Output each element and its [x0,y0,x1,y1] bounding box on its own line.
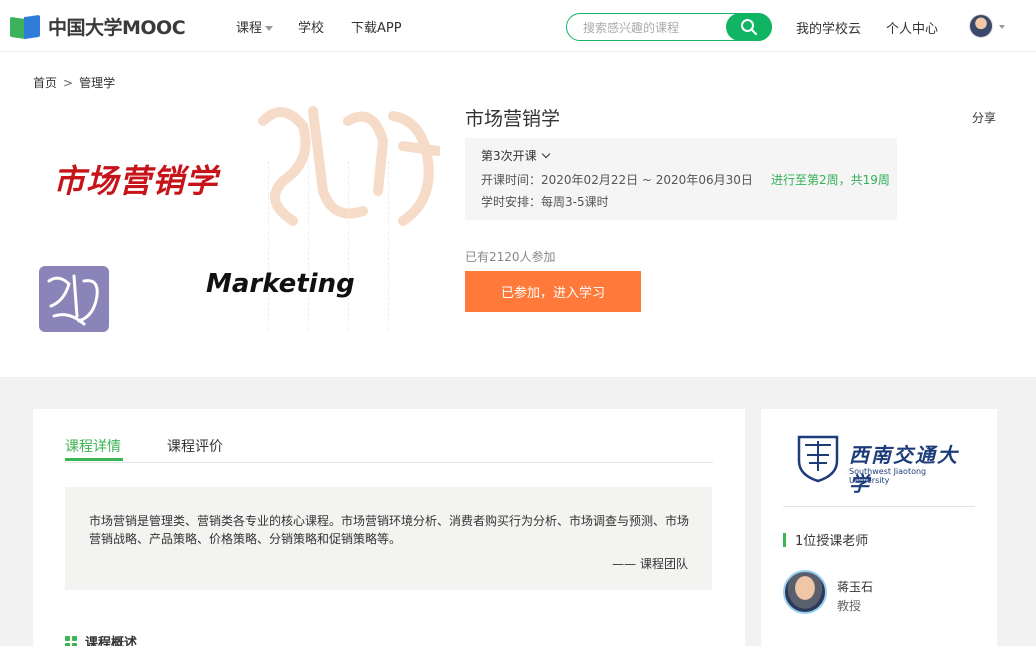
seal-stamp-icon [39,266,109,332]
teachers-title: 1位授课老师 [795,534,869,549]
description-text: 市场营销是管理类、营销类各专业的核心课程。市场营销环境分析、消费者购买行为分析、… [89,514,690,546]
school-logo[interactable]: 西南交通大学 Southwest Jiaotong University [795,429,965,496]
nav-download-app[interactable]: 下载APP [351,17,402,36]
description-author: —— 课程团队 [612,557,688,571]
teacher-role: 教授 [837,599,862,613]
term-progress: 进行至第2周，共19周 [771,173,890,187]
teacher-avatar[interactable] [783,570,827,614]
search-box [566,13,772,41]
personal-center-link[interactable]: 个人中心 [886,18,938,37]
breadcrumb-home[interactable]: 首页 [33,76,57,90]
my-school-cloud-link[interactable]: 我的学校云 [796,18,861,37]
caret-down-icon [265,26,274,31]
site-logo[interactable]: 中国大学MOOC [10,13,186,40]
search-input[interactable] [583,19,723,36]
calligraphy-decoration [258,106,440,226]
book-logo-icon [10,14,42,40]
search-icon [741,19,758,36]
term-time: 开课时间：2020年02月22日 ~ 2020年06月30日 [481,171,753,188]
overview-title: 课程概述 [85,636,138,646]
description-box: 市场营销是管理类、营销类各专业的核心课程。市场营销环境分析、消费者购买行为分析、… [65,487,712,590]
nav-courses[interactable]: 课程 [236,17,274,36]
grid-icon [65,635,77,646]
time-value: 2020年02月22日 ~ 2020年06月30日 [541,173,753,187]
side-divider [783,506,975,507]
school-name-en: Southwest Jiaotong University [849,467,927,485]
term-label: 第3次开课 [481,149,537,163]
school-teacher-card: 西南交通大学 Southwest Jiaotong University 1位授… [761,409,997,646]
heading-bar [783,532,786,547]
decoration-line [348,161,349,331]
teacher-name[interactable]: 蒋玉石 [837,578,873,595]
enter-study-button[interactable]: 已参加，进入学习 [465,271,641,312]
course-detail-card: 课程详情 课程评价 市场营销是管理类、营销类各专业的核心课程。市场营销环境分析、… [33,409,745,646]
search-button[interactable] [726,13,772,41]
term-selector[interactable]: 第3次开课 [481,147,550,164]
active-tab-indicator [65,458,123,461]
tab-course-reviews[interactable]: 课程评价 [167,436,223,456]
cover-title-en: Marketing [206,269,355,299]
course-cover-image: 市场营销学 Marketing [33,101,440,332]
nav-courses-label: 课程 [236,21,263,36]
nav-schools[interactable]: 学校 [298,17,324,36]
tab-divider [65,462,713,463]
hours-value: 每周3-5课时 [541,195,609,209]
cover-title-cn: 市场营销学 [53,162,219,200]
logo-text: 中国大学MOOC [48,17,186,39]
caret-down-icon[interactable] [999,25,1005,29]
decoration-line [308,161,309,331]
share-button[interactable]: 分享 [972,109,996,126]
teachers-heading: 1位授课老师 [783,530,868,549]
breadcrumb-category[interactable]: 管理学 [79,76,115,90]
tab-course-details[interactable]: 课程详情 [65,436,121,456]
school-emblem-icon [797,435,839,483]
breadcrumb-separator: > [63,76,74,90]
breadcrumb: 首页 > 管理学 [33,74,115,91]
decoration-line [388,161,389,331]
user-avatar[interactable] [969,14,993,38]
term-info-box: 第3次开课 开课时间：2020年02月22日 ~ 2020年06月30日 进行至… [465,138,897,220]
enrolled-count: 已有2120人参加 [465,250,556,264]
overview-heading: 课程概述 [65,632,137,646]
hours-label: 学时安排： [481,195,542,209]
chevron-down-icon [541,149,550,159]
decoration-line [268,161,269,331]
top-navbar: 中国大学MOOC 课程 学校 下载APP 我的学校云 个人中心 [0,0,1036,52]
course-title: 市场营销学 [465,108,561,130]
term-hours: 学时安排：每周3-5课时 [481,193,609,210]
time-label: 开课时间： [481,173,542,187]
